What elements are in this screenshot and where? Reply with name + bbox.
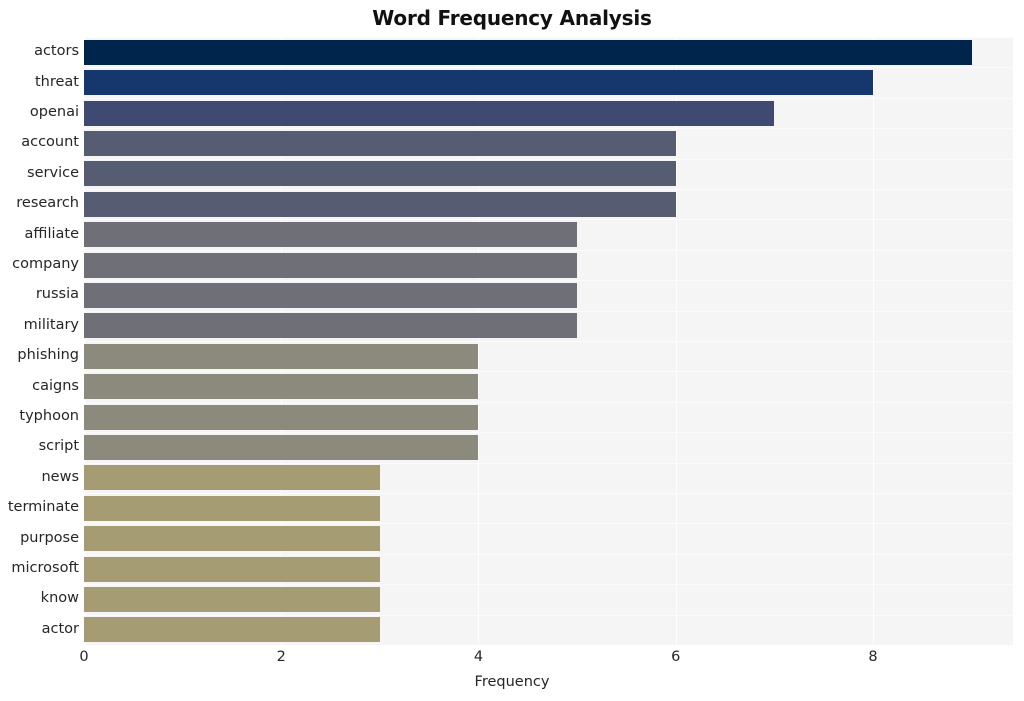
- gridline-y: [84, 432, 1013, 433]
- gridline-y: [84, 37, 1013, 38]
- bar-actors: [84, 39, 972, 65]
- y-tick-label-microsoft: microsoft: [11, 560, 79, 576]
- y-tick-label-threat: threat: [34, 73, 79, 90]
- bar-know: [84, 586, 380, 612]
- gridline-y: [84, 341, 1013, 342]
- x-tick-label-6: 6: [671, 649, 681, 665]
- bar-military: [84, 313, 578, 339]
- gridline-y: [84, 311, 1013, 312]
- y-tick-label-typhoon: typhoon: [19, 408, 79, 424]
- bar-service: [84, 161, 676, 187]
- y-tick-label-actors: actors: [34, 43, 79, 60]
- gridline-y: [84, 523, 1013, 524]
- y-tick-label-purpose: purpose: [20, 529, 79, 546]
- gridline-y: [84, 584, 1013, 585]
- gridline-y: [84, 159, 1013, 160]
- y-tick-label-know: know: [40, 590, 79, 607]
- gridline-y: [84, 463, 1013, 464]
- y-tick-label-script: script: [38, 438, 79, 455]
- bar-purpose: [84, 526, 380, 552]
- bar-account: [84, 130, 676, 156]
- y-tick-label-affiliate: affiliate: [24, 225, 79, 242]
- chart-figure: Word Frequency Analysis actors threat open…: [0, 0, 1024, 701]
- y-tick-label-company: company: [12, 256, 79, 272]
- plot-area: [84, 37, 1013, 645]
- bar-affiliate: [84, 222, 578, 248]
- gridline-y: [84, 219, 1013, 220]
- bar-research: [84, 191, 676, 217]
- bar-terminate: [84, 495, 380, 521]
- bar-phishing: [84, 343, 479, 369]
- y-tick-label-caigns: caigns: [32, 377, 79, 394]
- y-tick-label-russia: russia: [35, 286, 79, 303]
- y-tick-label-service: service: [27, 164, 79, 181]
- bar-news: [84, 465, 380, 491]
- gridline-y: [84, 493, 1013, 494]
- bar-threat: [84, 70, 873, 96]
- gridline-y: [84, 554, 1013, 555]
- x-tick-label-4: 4: [473, 649, 484, 665]
- x-tick-label-8: 8: [868, 649, 878, 665]
- y-tick-label-news: news: [41, 468, 79, 485]
- bar-microsoft: [84, 556, 380, 582]
- x-axis-label: Frequency: [474, 674, 550, 690]
- y-tick-label-account: account: [21, 134, 79, 151]
- gridline-y: [84, 128, 1013, 129]
- bar-openai: [84, 100, 775, 126]
- gridline-y: [84, 615, 1013, 616]
- chart-title: Word Frequency Analysis: [372, 6, 652, 30]
- y-tick-label-research: research: [16, 195, 79, 212]
- gridline-y: [84, 189, 1013, 190]
- gridline-y: [84, 67, 1013, 68]
- gridline-y: [84, 250, 1013, 251]
- bar-typhoon: [84, 404, 479, 430]
- gridline-y: [84, 402, 1013, 403]
- bar-script: [84, 434, 479, 460]
- gridline-y: [84, 371, 1013, 372]
- gridline-y: [84, 280, 1013, 281]
- y-tick-label-actor: actor: [41, 620, 79, 637]
- x-tick-label-0: 0: [79, 649, 89, 665]
- y-tick-label-military: military: [23, 316, 79, 333]
- y-tick-label-phishing: phishing: [17, 347, 79, 364]
- bar-russia: [84, 282, 578, 308]
- y-tick-label-openai: openai: [29, 104, 79, 120]
- bar-company: [84, 252, 578, 278]
- bar-actor: [84, 617, 380, 643]
- x-tick-label-2: 2: [276, 649, 286, 665]
- bar-caigns: [84, 374, 479, 400]
- gridline-y: [84, 98, 1013, 99]
- y-tick-label-terminate: terminate: [7, 499, 79, 516]
